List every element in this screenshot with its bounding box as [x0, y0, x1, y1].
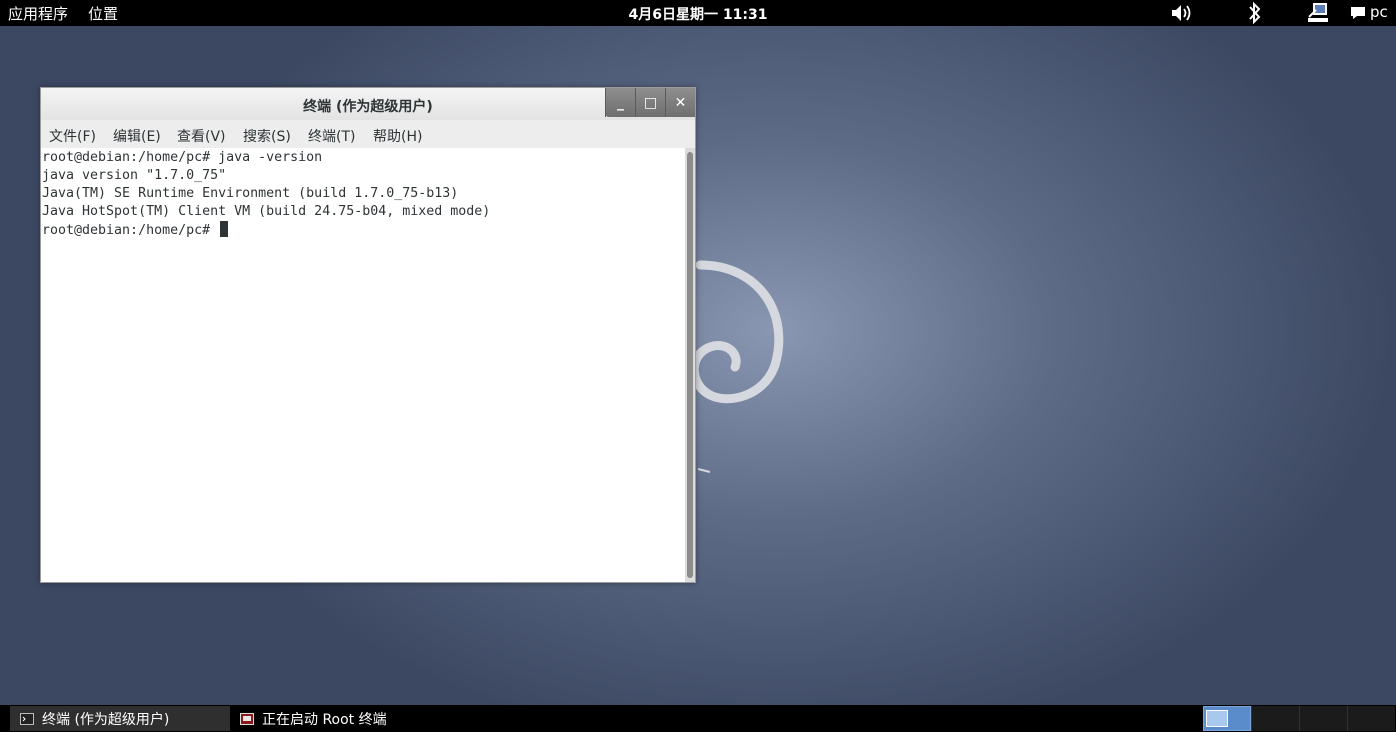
taskbar-item-terminal[interactable]: 终端 (作为超级用户) [10, 706, 230, 731]
user-menu[interactable]: pc [1370, 3, 1388, 21]
network-icon[interactable] [1306, 1, 1330, 25]
workspace-2[interactable] [1251, 706, 1299, 731]
terminal-prompt-line: root@debian:/home/pc# [42, 221, 228, 240]
taskbar-item-label: 正在启动 Root 终端 [262, 709, 387, 729]
workspace-3[interactable] [1299, 706, 1347, 731]
menu-search[interactable]: 搜索(S) [243, 126, 291, 146]
terminal-line: Java HotSpot(TM) Client VM (build 24.75-… [42, 203, 490, 221]
clock[interactable]: 4月6日星期一 11:31 [629, 7, 768, 23]
terminal-line: Java(TM) SE Runtime Environment (build 1… [42, 185, 458, 203]
terminal-prompt: root@debian:/home/pc# [42, 223, 218, 238]
chat-icon[interactable] [1350, 1, 1366, 25]
workspace-4[interactable] [1347, 706, 1395, 731]
taskbar-item-label: 终端 (作为超级用户) [42, 709, 169, 729]
menu-edit[interactable]: 编辑(E) [113, 126, 161, 146]
volume-icon[interactable] [1170, 1, 1194, 25]
menu-file[interactable]: 文件(F) [49, 126, 96, 146]
terminal-line: root@debian:/home/pc# java -version [42, 149, 322, 167]
maximize-button[interactable]: □ [635, 88, 665, 117]
scrollbar[interactable] [685, 148, 695, 582]
menu-help[interactable]: 帮助(H) [373, 126, 422, 146]
taskbar-item-starting-root-terminal[interactable]: 正在启动 Root 终端 [230, 706, 490, 731]
places-menu[interactable]: 位置 [88, 3, 118, 24]
scrollbar-thumb[interactable] [687, 152, 693, 578]
menu-view[interactable]: 查看(V) [177, 126, 226, 146]
bluetooth-icon[interactable] [1246, 1, 1264, 25]
minimize-button[interactable]: _ [605, 88, 635, 117]
bottom-panel: 终端 (作为超级用户) 正在启动 Root 终端 [0, 705, 1396, 732]
close-button[interactable]: ✕ [665, 88, 695, 117]
terminal-window[interactable]: 终端 (作为超级用户) _ □ ✕ 文件(F) 编辑(E) 查看(V) 搜索(S… [40, 87, 696, 583]
terminal-output[interactable]: root@debian:/home/pc# java -version java… [41, 148, 685, 582]
terminal-line: java version "1.7.0_75" [42, 167, 226, 185]
text-cursor [220, 221, 228, 237]
applications-menu[interactable]: 应用程序 [8, 3, 68, 24]
menu-terminal[interactable]: 终端(T) [308, 126, 355, 146]
top-panel: 应用程序 位置 4月6日星期一 11:31 pc [0, 0, 1396, 26]
window-title: 终端 (作为超级用户) [41, 96, 695, 116]
workspace-window-thumbnail [1206, 710, 1228, 727]
titlebar[interactable]: 终端 (作为超级用户) _ □ ✕ [41, 88, 695, 120]
terminal-icon [20, 713, 34, 725]
window-controls: _ □ ✕ [605, 88, 695, 117]
app-launch-icon [240, 713, 254, 725]
workspace-1[interactable] [1203, 706, 1251, 731]
